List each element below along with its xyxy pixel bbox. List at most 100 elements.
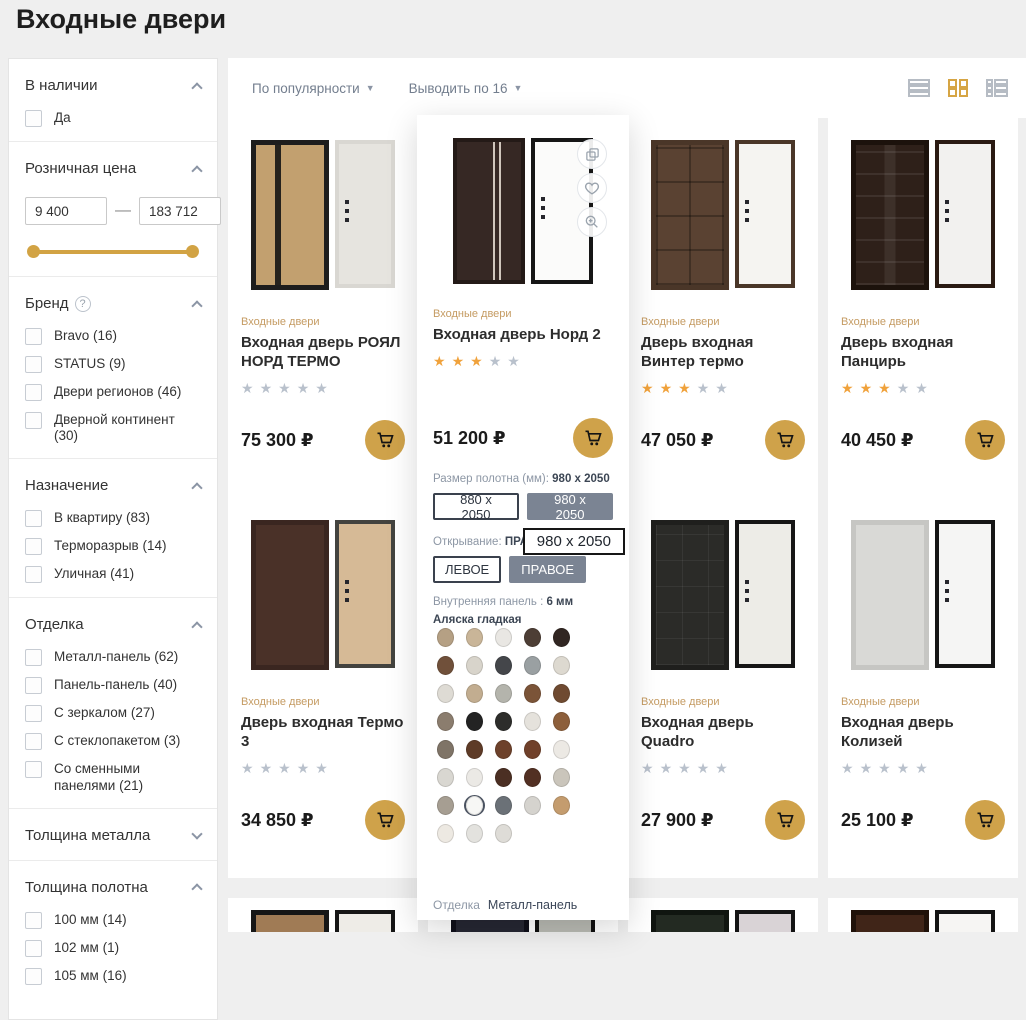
color-swatch[interactable] xyxy=(435,739,456,760)
product-card-partial[interactable] xyxy=(828,898,1018,932)
color-swatch[interactable] xyxy=(522,739,543,760)
per-page-dropdown[interactable]: Выводить по 16▼ xyxy=(409,81,523,96)
size-option-button[interactable]: 880 x 2050 xyxy=(433,493,519,520)
sort-dropdown[interactable]: По популярности▼ xyxy=(252,81,375,96)
color-swatch[interactable] xyxy=(493,767,514,788)
category-link[interactable]: Входные двери xyxy=(241,316,405,328)
color-swatch[interactable] xyxy=(551,655,572,676)
filter-option[interactable]: Металл-панель (62) xyxy=(25,649,201,666)
color-swatch[interactable] xyxy=(435,711,456,732)
checkbox[interactable] xyxy=(25,356,42,373)
product-title[interactable]: Входная дверь Норд 2 xyxy=(433,326,613,345)
color-swatch[interactable] xyxy=(435,683,456,704)
filter-option[interactable]: С зеркалом (27) xyxy=(25,705,201,722)
color-swatch[interactable] xyxy=(464,767,485,788)
size-option-button[interactable]: 980 x 2050 xyxy=(527,493,613,520)
checkbox[interactable] xyxy=(25,733,42,750)
product-card[interactable]: Входные двери Входная дверь РОЯЛ НОРД ТЕ… xyxy=(228,118,418,498)
add-to-cart-button[interactable] xyxy=(365,420,405,460)
product-image[interactable] xyxy=(241,520,405,672)
filter-option[interactable]: Двери регионов (46) xyxy=(25,384,201,401)
color-swatch[interactable] xyxy=(435,767,456,788)
checkbox[interactable] xyxy=(25,649,42,666)
filter-header-finish[interactable]: Отделка xyxy=(25,612,201,639)
filter-header-brand[interactable]: Бренд ? xyxy=(25,291,201,318)
product-card[interactable]: Входные двери Входная дверь Quadro ★★★★★… xyxy=(628,498,818,878)
category-link[interactable]: Входные двери xyxy=(841,316,1005,328)
color-swatch[interactable] xyxy=(493,795,514,816)
color-swatch[interactable] xyxy=(551,795,572,816)
filter-option[interactable]: Bravo (16) xyxy=(25,328,201,345)
filter-option[interactable]: 102 мм (1) xyxy=(25,940,201,957)
color-swatch[interactable] xyxy=(551,711,572,732)
filter-option[interactable]: Дверной континент (30) xyxy=(25,412,201,444)
color-swatch[interactable] xyxy=(435,795,456,816)
filter-option[interactable]: Да xyxy=(25,110,201,127)
add-to-cart-button[interactable] xyxy=(365,800,405,840)
category-link[interactable]: Входные двери xyxy=(841,696,1005,708)
product-card-partial[interactable] xyxy=(228,898,418,932)
color-swatch[interactable] xyxy=(464,823,485,844)
filter-option[interactable]: С стеклопакетом (3) xyxy=(25,733,201,750)
category-link[interactable]: Входные двери xyxy=(241,696,405,708)
product-image[interactable] xyxy=(241,140,405,292)
price-max-input[interactable] xyxy=(139,197,221,225)
filter-option[interactable]: STATUS (9) xyxy=(25,356,201,373)
category-link[interactable]: Входные двери xyxy=(641,316,805,328)
add-to-cart-button[interactable] xyxy=(965,420,1005,460)
filter-option[interactable]: Терморазрыв (14) xyxy=(25,538,201,555)
checkbox[interactable] xyxy=(25,510,42,527)
opening-option-button[interactable]: ЛЕВОЕ xyxy=(433,556,501,583)
compare-button[interactable] xyxy=(577,139,607,169)
color-swatch[interactable] xyxy=(522,627,543,648)
product-card[interactable]: Входные двери Дверь входная Панцирь ★★★★… xyxy=(828,118,1018,498)
filter-header-metal-thickness[interactable]: Толщина металла xyxy=(25,823,201,850)
product-card[interactable]: Входные двери Входная дверь Колизей ★★★★… xyxy=(828,498,1018,878)
filter-header-purpose[interactable]: Назначение xyxy=(25,473,201,500)
slider-handle-max[interactable] xyxy=(186,245,199,258)
color-swatch[interactable] xyxy=(464,795,485,816)
product-card[interactable]: Входные двери Дверь входная Винтер термо… xyxy=(628,118,818,498)
checkbox[interactable] xyxy=(25,912,42,929)
add-to-cart-button[interactable] xyxy=(965,800,1005,840)
checkbox[interactable] xyxy=(25,384,42,401)
color-swatch[interactable] xyxy=(464,739,485,760)
product-title[interactable]: Входная дверь Quadro xyxy=(641,714,805,752)
quick-view-card[interactable]: Входные двери Входная дверь Норд 2 ★★★★★… xyxy=(417,115,629,920)
color-swatch[interactable] xyxy=(522,767,543,788)
table-view-icon[interactable] xyxy=(986,79,1008,97)
add-to-cart-button[interactable] xyxy=(765,800,805,840)
color-swatch[interactable] xyxy=(435,655,456,676)
product-image[interactable] xyxy=(841,520,1005,672)
help-icon[interactable]: ? xyxy=(75,296,91,312)
checkbox[interactable] xyxy=(25,677,42,694)
product-image[interactable] xyxy=(641,140,805,292)
color-swatch[interactable] xyxy=(522,683,543,704)
color-swatch[interactable] xyxy=(493,739,514,760)
filter-header-leaf-thickness[interactable]: Толщина полотна xyxy=(25,875,201,902)
add-to-cart-button[interactable] xyxy=(765,420,805,460)
checkbox[interactable] xyxy=(25,328,42,345)
checkbox[interactable] xyxy=(25,538,42,555)
color-swatch[interactable] xyxy=(464,711,485,732)
checkbox[interactable] xyxy=(25,705,42,722)
checkbox[interactable] xyxy=(25,940,42,957)
checkbox[interactable] xyxy=(25,761,42,778)
checkbox[interactable] xyxy=(25,110,42,127)
filter-header-availability[interactable]: В наличии xyxy=(25,73,201,100)
product-title[interactable]: Дверь входная Термо 3 xyxy=(241,714,405,752)
category-link[interactable]: Входные двери xyxy=(433,308,613,320)
opening-option-button[interactable]: ПРАВОЕ xyxy=(509,556,586,583)
filter-header-price[interactable]: Розничная цена xyxy=(25,156,201,183)
color-swatch[interactable] xyxy=(464,627,485,648)
product-title[interactable]: Входная дверь РОЯЛ НОРД ТЕРМО xyxy=(241,334,405,372)
checkbox[interactable] xyxy=(25,968,42,985)
filter-option[interactable]: Панель-панель (40) xyxy=(25,677,201,694)
checkbox[interactable] xyxy=(25,412,42,429)
product-title[interactable]: Входная дверь Колизей xyxy=(841,714,1005,752)
color-swatch[interactable] xyxy=(551,683,572,704)
color-swatch[interactable] xyxy=(493,683,514,704)
filter-option[interactable]: В квартиру (83) xyxy=(25,510,201,527)
checkbox[interactable] xyxy=(25,566,42,583)
quick-zoom-button[interactable] xyxy=(577,207,607,237)
